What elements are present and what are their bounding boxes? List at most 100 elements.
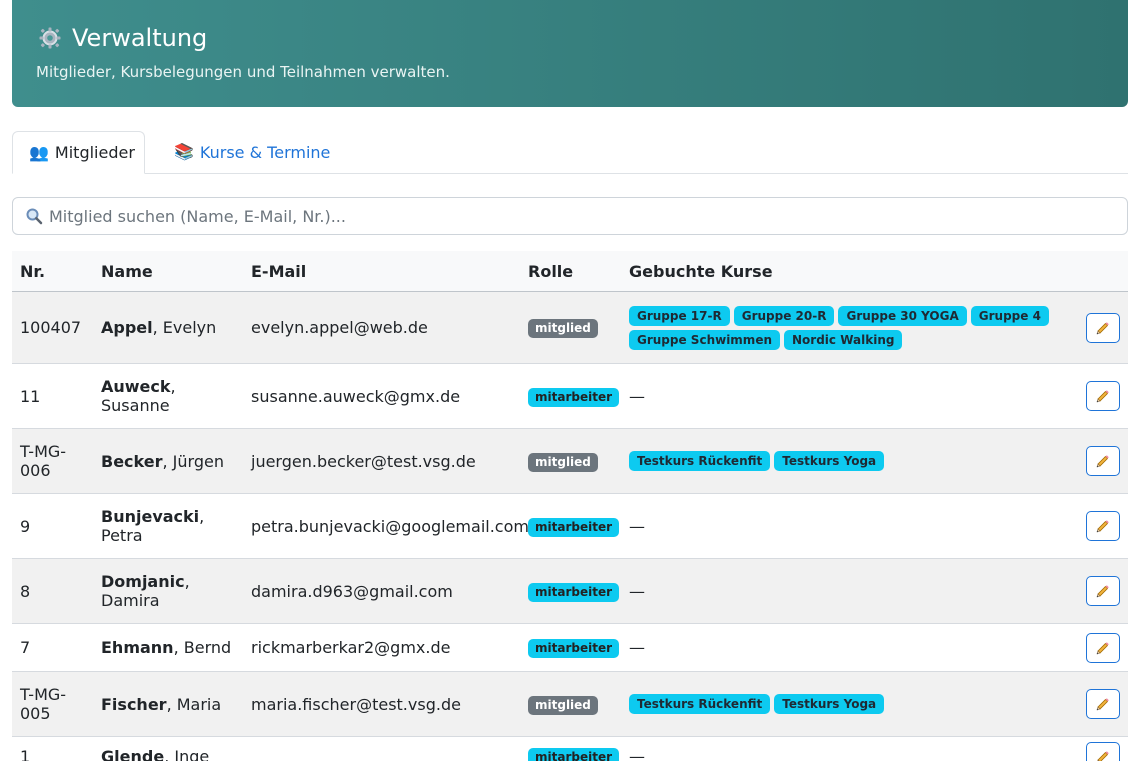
- member-search-input[interactable]: Mitglied suchen (Name, E-Mail, Nr.)...: [12, 197, 1128, 235]
- pencil-icon: [1097, 750, 1109, 761]
- edit-member-button[interactable]: [1086, 446, 1120, 476]
- edit-member-button[interactable]: [1086, 576, 1120, 606]
- pencil-icon: [1096, 455, 1109, 468]
- member-first-name: Damira: [101, 591, 160, 610]
- pencil-icon: [1096, 585, 1109, 598]
- role-badge: mitglied: [528, 695, 598, 715]
- member-first-name: Susanne: [101, 396, 170, 415]
- gear-icon: [36, 24, 64, 52]
- edit-member-button[interactable]: [1086, 511, 1120, 541]
- name-separator: ,: [152, 318, 163, 337]
- edit-member-button[interactable]: [1086, 381, 1120, 411]
- empty-courses-placeholder: —: [629, 747, 645, 761]
- member-role-cell: mitglied: [520, 428, 621, 494]
- booked-courses: —: [621, 363, 1078, 429]
- member-last-name: Glende: [101, 747, 165, 761]
- member-name: Glende, Inge: [93, 736, 243, 761]
- name-separator: ,: [164, 747, 175, 761]
- header-title-row: Verwaltung: [36, 22, 1104, 54]
- member-role-cell: mitarbeiter: [520, 623, 621, 672]
- actions-cell: [1078, 291, 1128, 364]
- role-badge: mitarbeiter: [528, 639, 620, 658]
- member-email: maria.fischer@test.vsg.de: [243, 671, 520, 737]
- member-first-name: Bernd: [183, 638, 232, 657]
- table-row: 1 Glende, Inge mitarbeiter —: [12, 736, 1128, 761]
- tab-kurse-termine-label: Kurse & Termine: [199, 142, 331, 162]
- edit-member-button[interactable]: [1086, 741, 1120, 761]
- member-role-cell: mitglied: [520, 671, 621, 737]
- empty-courses-placeholder: —: [629, 386, 645, 406]
- admin-page: Verwaltung Mitglieder, Kursbelegungen un…: [0, 0, 1140, 761]
- member-first-name: Jürgen: [172, 451, 224, 471]
- edit-member-button[interactable]: [1086, 689, 1120, 719]
- actions-cell: [1078, 623, 1128, 672]
- role-badge: mitglied: [528, 319, 598, 338]
- empty-courses-placeholder: —: [629, 516, 645, 536]
- empty-courses-placeholder: —: [629, 581, 645, 601]
- members-table-wrap: Nr. Name E-Mail Rolle Gebuchte Kurse 100…: [12, 251, 1128, 761]
- edit-member-button[interactable]: [1086, 632, 1120, 663]
- actions-cell: [1078, 558, 1128, 624]
- member-number: 100407: [12, 291, 93, 364]
- table-row: T-MG-006 Becker, Jürgen juergen.becker@tes…: [12, 428, 1128, 494]
- actions-cell: [1078, 493, 1128, 559]
- member-role-cell: mitarbeiter: [520, 558, 621, 624]
- member-number: T-MG-005: [12, 671, 93, 737]
- header-actions: [1078, 251, 1128, 292]
- course-badge: Gruppe 4: [970, 305, 1049, 326]
- table-row: 9 Bunjevacki, Petra petra.bunjevacki@googl…: [12, 493, 1128, 559]
- course-badge: Gruppe 17-R: [629, 305, 730, 326]
- member-name: Appel, Evelyn: [93, 291, 243, 364]
- role-badge: mitglied: [528, 452, 598, 472]
- booked-courses: —: [621, 558, 1078, 624]
- member-last-name: Appel: [101, 318, 153, 337]
- header-role: Rolle: [520, 251, 621, 292]
- members-icon: 👥: [29, 142, 49, 162]
- name-separator: ,: [184, 572, 190, 591]
- course-badge: Nordic Walking: [784, 329, 903, 350]
- member-number: 11: [12, 363, 93, 429]
- actions-cell: [1078, 428, 1128, 494]
- header-name: Name: [93, 251, 243, 292]
- member-role-cell: mitarbeiter: [520, 363, 621, 429]
- edit-member-button[interactable]: [1086, 312, 1120, 343]
- member-email: [243, 736, 520, 761]
- role-badge: mitarbeiter: [528, 517, 620, 537]
- booked-courses: Testkurs Rückenfit Testkurs Yoga: [621, 428, 1078, 494]
- member-last-name: Becker: [101, 451, 163, 471]
- booked-courses: Testkurs Rückenfit Testkurs Yoga: [621, 671, 1078, 737]
- table-row: 8 Domjanic, Damira damira.d963@gmail.com mi…: [12, 558, 1128, 624]
- member-name: Becker, Jürgen: [93, 428, 243, 494]
- member-first-name: Inge: [174, 747, 210, 761]
- table-row: 11 Auweck, Susanne susanne.auweck@gmx.de mi…: [12, 363, 1128, 429]
- page-subtitle: Mitglieder, Kursbelegungen und Teilnahme…: [36, 63, 450, 81]
- member-role-cell: mitarbeiter: [520, 493, 621, 559]
- member-name: Domjanic, Damira: [93, 558, 243, 624]
- course-badge: Gruppe 20-R: [733, 305, 835, 326]
- actions-cell: [1078, 736, 1128, 761]
- course-badge: Testkurs Rückenfit: [629, 451, 771, 471]
- books-icon: 📚: [174, 142, 194, 161]
- pencil-icon: [1096, 698, 1109, 711]
- member-name: Bunjevacki, Petra: [93, 493, 243, 559]
- course-badge: Testkurs Yoga: [774, 451, 885, 471]
- member-number: 7: [12, 623, 93, 672]
- header-email: E-Mail: [243, 251, 520, 292]
- course-badge: Gruppe 30 YOGA: [838, 305, 967, 326]
- members-table-body: 100407 Appel, Evelyn evelyn.appel@web.de mi…: [12, 291, 1128, 761]
- member-first-name: Petra: [101, 526, 143, 545]
- course-badge: Gruppe Schwimmen: [629, 329, 780, 350]
- member-email: damira.d963@gmail.com: [243, 558, 520, 624]
- role-badge: mitarbeiter: [528, 582, 620, 602]
- member-email: petra.bunjevacki@googlemail.com: [243, 493, 529, 559]
- table-row: T-MG-005 Fischer, Maria maria.fischer@test…: [12, 671, 1128, 737]
- table-row: 100407 Appel, Evelyn evelyn.appel@web.de mi…: [12, 291, 1128, 364]
- booked-courses: —: [621, 493, 1078, 559]
- member-email: susanne.auweck@gmx.de: [243, 363, 520, 429]
- member-last-name: Bunjevacki: [101, 507, 200, 526]
- tab-mitglieder[interactable]: 👥 Mitglieder: [12, 131, 145, 174]
- member-last-name: Auweck: [101, 377, 171, 396]
- member-last-name: Fischer: [101, 694, 167, 714]
- role-badge: mitarbeiter: [528, 387, 620, 407]
- tab-kurse-termine[interactable]: 📚 Kurse & Termine: [158, 131, 346, 173]
